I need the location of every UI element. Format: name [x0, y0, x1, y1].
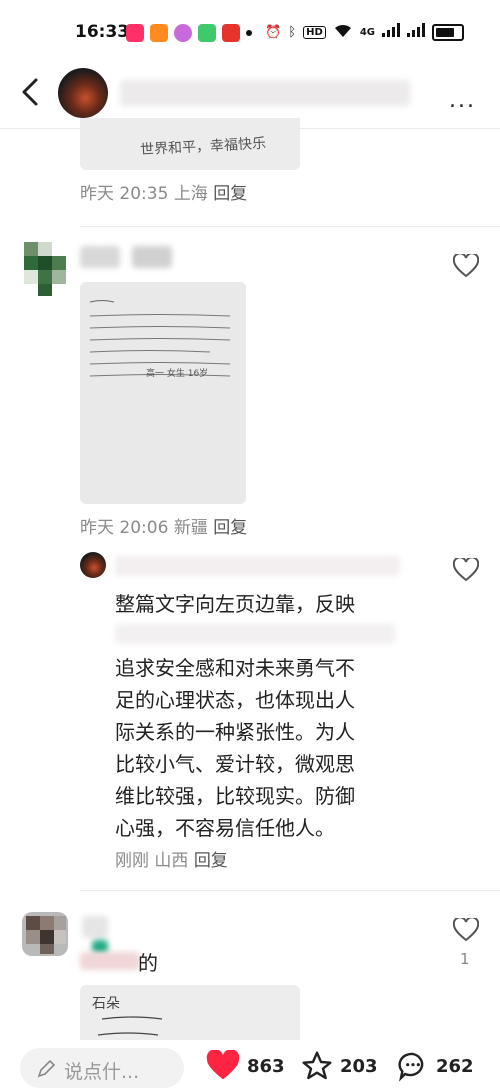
status-time: 16:33 — [75, 22, 130, 42]
pencil-icon — [37, 1059, 56, 1078]
status-indicators: ⏰ ᛒ HD 4G — [265, 22, 464, 42]
wifi-icon — [333, 22, 353, 42]
comment-placeholder: 说点什... — [64, 1061, 140, 1083]
favorite-button[interactable]: 203 — [300, 1050, 378, 1082]
app-icon — [222, 24, 240, 42]
reply-button[interactable]: 回复 — [194, 851, 228, 871]
author-avatar[interactable] — [58, 68, 108, 118]
comment-meta: 昨天 20:06 新疆 回复 — [80, 513, 247, 538]
status-bar: 16:33 ⏰ ᛒ HD 4G — [0, 0, 500, 64]
comment-divider — [80, 890, 500, 891]
favorite-count: 203 — [340, 1055, 378, 1077]
comment-text: 的 — [138, 951, 158, 975]
like-post-button[interactable]: 863 — [205, 1050, 285, 1082]
handwriting-lines — [97, 1016, 163, 1036]
star-icon — [302, 1051, 332, 1080]
signal-label: 4G — [359, 26, 375, 38]
comment-input[interactable]: 说点什... — [20, 1048, 184, 1088]
handwriting-text: 世界和平，幸福快乐 — [139, 135, 267, 159]
comment-text-blurred — [80, 952, 140, 970]
reply-line: 追求安全感和对未来勇气不 — [115, 656, 355, 680]
signal-icon — [382, 23, 400, 41]
back-button[interactable] — [14, 72, 50, 112]
comment-image[interactable]: 高一 女生 16岁 — [80, 282, 246, 504]
commenter-name-blurred — [80, 246, 120, 268]
reply-avatar[interactable] — [80, 552, 106, 578]
like-count: 863 — [247, 1055, 285, 1077]
status-app-icons — [126, 24, 252, 42]
hd-icon: HD — [303, 25, 326, 39]
heart-filled-icon — [206, 1050, 240, 1080]
reply-name-blurred — [115, 556, 400, 576]
app-icon — [150, 24, 168, 42]
comment-image[interactable]: 石朵 — [80, 985, 300, 1045]
app-icon — [174, 24, 192, 42]
comment-divider — [80, 226, 500, 227]
battery-icon — [432, 23, 464, 41]
reply-button[interactable]: 回复 — [213, 184, 247, 204]
reply-line: 比较小气、爱计较，微观思 — [115, 752, 355, 776]
handwriting-lines — [89, 300, 231, 377]
more-button[interactable]: ... — [449, 88, 476, 113]
reply-time: 刚刚 — [115, 851, 149, 871]
comment-meta: 昨天 20:35 上海 回复 — [80, 179, 247, 204]
reply-line: 维比较强，比较现实。防御 — [115, 784, 355, 808]
commenter-avatar[interactable] — [24, 242, 68, 296]
commenter-name-blurred — [132, 246, 172, 268]
alarm-icon: ⏰ — [265, 24, 282, 40]
app-icon — [126, 24, 144, 42]
heart-icon — [452, 556, 480, 582]
reply-line: 心强，不容易信任他人。 — [115, 816, 335, 840]
reply-meta: 刚刚 山西 回复 — [115, 846, 228, 871]
comment-time: 昨天 20:06 — [80, 518, 169, 538]
reply-location: 山西 — [154, 851, 189, 871]
like-button[interactable] — [452, 556, 480, 582]
reply-line: 足的心理状态，也体现出人 — [115, 688, 355, 712]
comment-time: 昨天 20:35 — [80, 184, 169, 204]
bottom-action-bar: 说点什... 863 203 262 — [0, 1040, 500, 1088]
comment-location: 上海 — [173, 184, 208, 204]
like-count: 1 — [460, 950, 470, 968]
comment-image[interactable]: 世界和平，幸福快乐 — [80, 118, 300, 170]
heart-icon — [452, 916, 480, 942]
reply-blurred-line — [115, 624, 395, 644]
comment-location: 新疆 — [173, 518, 208, 538]
dot-icon — [246, 30, 252, 36]
author-name-blurred — [120, 80, 410, 106]
comment-button[interactable]: 262 — [396, 1050, 474, 1082]
chevron-left-icon — [22, 78, 38, 106]
bluetooth-icon: ᛒ — [288, 24, 297, 40]
like-button[interactable] — [452, 252, 480, 278]
handwriting-footer: 高一 女生 16岁 — [146, 369, 209, 379]
reply-line: 整篇文字向左页边靠，反映 — [115, 592, 355, 616]
reply-line: 际关系的一种紧张性。为人 — [115, 720, 355, 744]
signal-icon — [407, 23, 425, 41]
like-button[interactable] — [452, 916, 480, 942]
commenter-name-blurred — [82, 916, 108, 938]
commenter-avatar[interactable] — [22, 912, 68, 956]
chat-bubble-icon — [398, 1052, 424, 1082]
comment-count: 262 — [436, 1055, 474, 1077]
reply-button[interactable]: 回复 — [213, 518, 247, 538]
heart-icon — [452, 252, 480, 278]
app-icon — [198, 24, 216, 42]
